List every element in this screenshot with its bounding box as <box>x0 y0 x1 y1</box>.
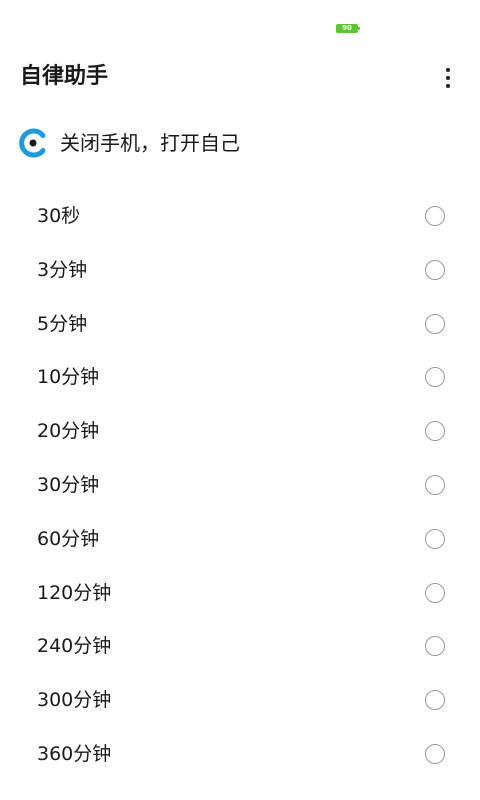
more-options-button[interactable] <box>432 62 464 94</box>
radio-button[interactable] <box>425 690 445 711</box>
option-60min[interactable]: 60分钟 <box>0 513 480 567</box>
option-label: 300分钟 <box>37 689 112 712</box>
option-300min[interactable]: 300分钟 <box>0 674 480 728</box>
status-bar: 90 <box>0 0 480 44</box>
app-slogan: 关闭手机，打开自己 <box>60 131 240 155</box>
option-240min[interactable]: 240分钟 <box>0 620 480 674</box>
option-label: 3分钟 <box>37 258 88 281</box>
radio-button[interactable] <box>425 474 445 495</box>
option-label: 20分钟 <box>37 420 100 443</box>
option-360min[interactable]: 360分钟 <box>0 728 480 782</box>
app-header: 关闭手机，打开自己 <box>18 126 240 160</box>
option-label: 30秒 <box>37 205 81 227</box>
more-vertical-icon-dot <box>446 76 450 80</box>
option-20min[interactable]: 20分钟 <box>0 405 480 459</box>
radio-button[interactable] <box>425 636 445 657</box>
radio-button[interactable] <box>425 259 445 280</box>
radio-button[interactable] <box>425 743 445 764</box>
option-10min[interactable]: 10分钟 <box>0 351 480 405</box>
option-30s[interactable]: 30秒 <box>0 190 480 244</box>
radio-button[interactable] <box>425 206 445 226</box>
battery-icon: 90 <box>336 24 360 33</box>
more-vertical-icon-dot <box>446 68 450 72</box>
option-120min[interactable]: 120分钟 <box>0 567 480 621</box>
option-3min[interactable]: 3分钟 <box>0 244 480 298</box>
radio-button[interactable] <box>425 313 445 334</box>
option-label: 30分钟 <box>37 473 100 496</box>
option-label: 60分钟 <box>37 527 100 550</box>
option-label: 120分钟 <box>37 581 112 604</box>
duration-options-list: 30秒 3分钟 5分钟 10分钟 20分钟 30分钟 60分钟 120分钟 24… <box>0 190 480 782</box>
app-logo-icon <box>19 128 46 158</box>
option-5min[interactable]: 5分钟 <box>0 298 480 352</box>
option-30min[interactable]: 30分钟 <box>0 459 480 513</box>
page-title: 自律助手 <box>20 64 109 89</box>
radio-button[interactable] <box>425 528 445 549</box>
option-label: 10分钟 <box>37 366 100 389</box>
option-label: 360分钟 <box>37 742 112 765</box>
radio-button[interactable] <box>425 421 445 442</box>
radio-button[interactable] <box>425 582 445 603</box>
app-bar: 自律助手 <box>0 48 480 108</box>
option-label: 240分钟 <box>37 635 112 658</box>
more-vertical-icon-dot <box>446 84 450 88</box>
battery-level: 90 <box>342 24 352 32</box>
option-label: 5分钟 <box>37 312 88 335</box>
radio-button[interactable] <box>425 367 445 388</box>
